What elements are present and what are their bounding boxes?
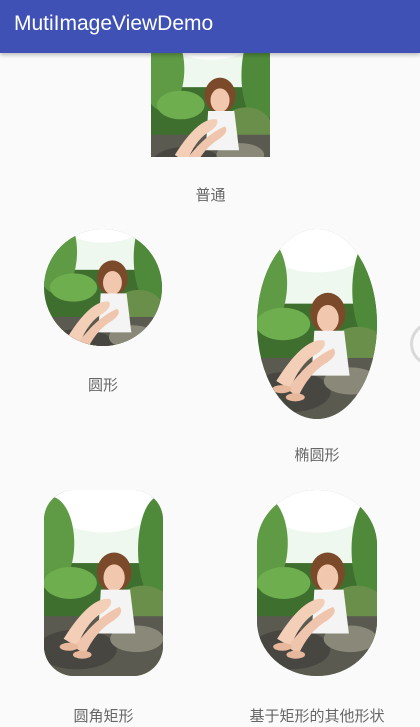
circle-image-caption: 圆形 — [87, 376, 118, 394]
rounded-rect-image — [44, 490, 163, 676]
app-bar: MutiImageViewDemo — [0, 0, 420, 53]
ellipse-image — [257, 229, 377, 419]
rect-based-shape-image-caption: 基于矩形的其他形状 — [249, 707, 385, 725]
normal-image — [151, 53, 270, 157]
rounded-rect-image-caption: 圆角矩形 — [73, 707, 134, 725]
image-gallery: 普通 圆形 椭圆形 圆角矩形 基于矩形的其他形状 — [0, 53, 420, 727]
ellipse-image-caption: 椭圆形 — [294, 446, 340, 464]
circle-image — [44, 229, 162, 346]
normal-image-caption: 普通 — [195, 186, 226, 204]
app-title: MutiImageViewDemo — [14, 12, 214, 35]
rect-based-shape-image — [257, 490, 377, 676]
